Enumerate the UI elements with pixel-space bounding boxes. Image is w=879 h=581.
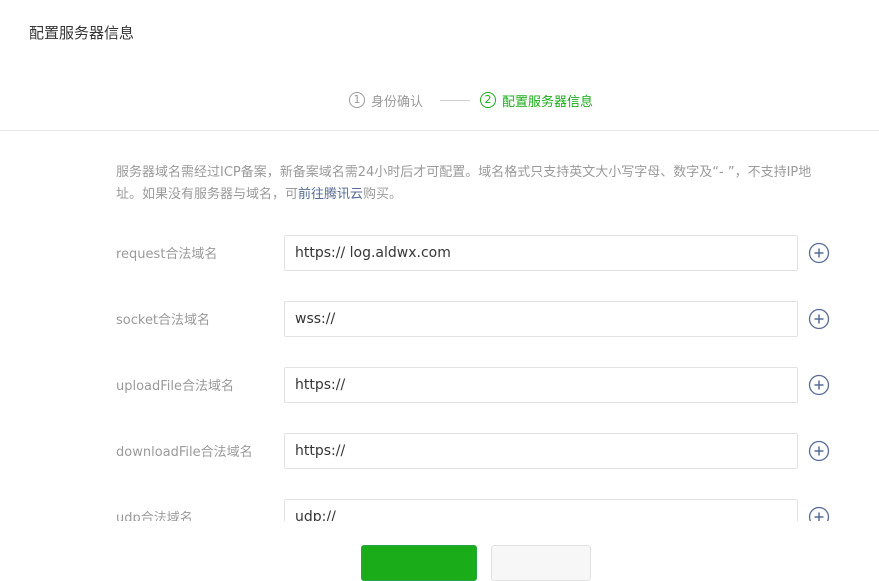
form-row-uploadfile: uploadFile合法域名	[116, 367, 836, 403]
uploadfile-domain-input[interactable]	[284, 367, 798, 403]
page-title: 配置服务器信息	[29, 24, 135, 42]
step-number: 1	[349, 92, 365, 108]
socket-domain-label: socket合法域名	[116, 313, 211, 328]
submit-button[interactable]	[361, 545, 477, 581]
downloadfile-domain-input[interactable]	[284, 433, 798, 469]
request-domain-input[interactable]	[284, 235, 798, 271]
step-connector	[440, 100, 470, 101]
step-indicator: 1 身份确认 2 配置服务器信息	[0, 88, 879, 112]
plus-circle-icon[interactable]	[808, 374, 830, 396]
step-identity: 1 身份确认	[349, 88, 423, 112]
udp-domain-input[interactable]	[284, 499, 798, 521]
step-number: 2	[480, 92, 496, 108]
form-row-socket: socket合法域名	[116, 301, 836, 337]
plus-circle-icon[interactable]	[808, 242, 830, 264]
request-domain-label: request合法域名	[116, 247, 218, 262]
form-row-downloadfile: downloadFile合法域名	[116, 433, 836, 469]
downloadfile-domain-label: downloadFile合法域名	[116, 445, 253, 460]
form-row-udp: udp合法域名	[116, 499, 836, 521]
notice-text: 服务器域名需经过ICP备案，新备案域名需24小时后才可配置。域名格式只支持英文大…	[116, 165, 812, 202]
form-row-request: request合法域名	[116, 235, 836, 271]
notice-text-end: 购买。	[363, 187, 403, 202]
plus-circle-icon[interactable]	[808, 308, 830, 330]
domain-notice: 服务器域名需经过ICP备案，新备案域名需24小时后才可配置。域名格式只支持英文大…	[116, 162, 836, 206]
step-label: 身份确认	[371, 94, 424, 110]
cancel-button[interactable]	[491, 545, 591, 581]
uploadfile-domain-label: uploadFile合法域名	[116, 379, 235, 394]
step-label: 配置服务器信息	[502, 94, 594, 110]
step-server-config: 2 配置服务器信息	[480, 88, 593, 112]
main-panel: 配置服务器信息 1 身份确认 2 配置服务器信息 服务器域名需经过ICP备案，新…	[0, 0, 879, 521]
udp-domain-label: udp合法域名	[116, 511, 193, 521]
tencent-cloud-link[interactable]: 前往腾讯云	[298, 187, 363, 202]
plus-circle-icon[interactable]	[808, 440, 830, 462]
header-divider	[0, 130, 879, 131]
socket-domain-input[interactable]	[284, 301, 798, 337]
plus-circle-icon[interactable]	[808, 506, 830, 521]
